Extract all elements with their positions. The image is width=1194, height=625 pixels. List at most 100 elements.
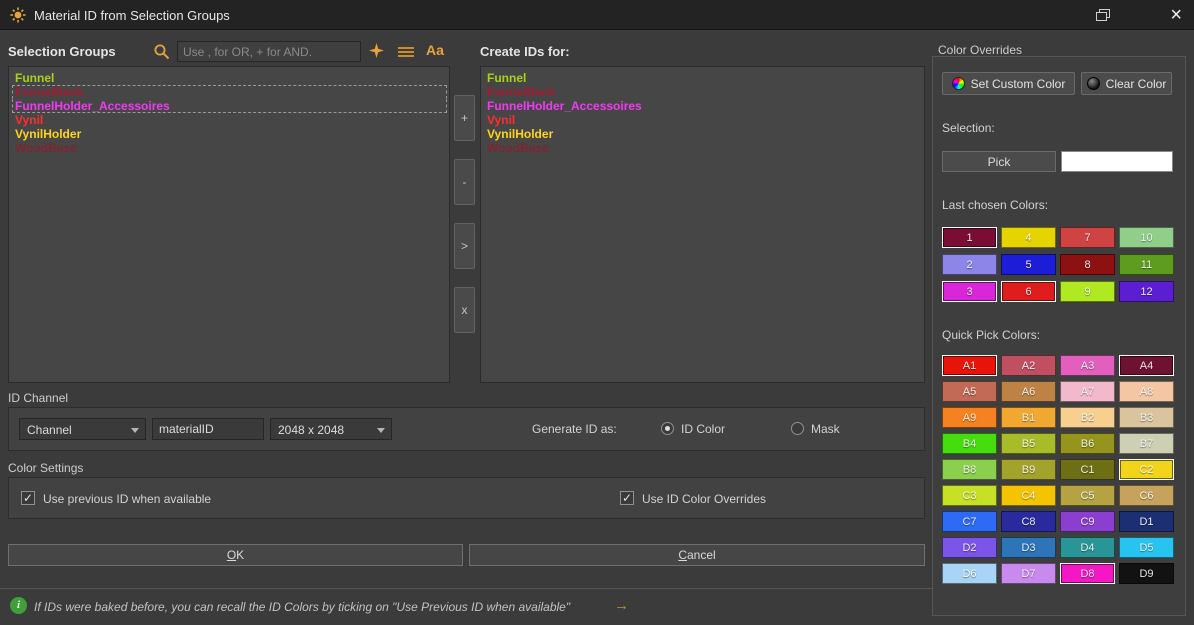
search-input[interactable] (177, 41, 361, 62)
quick-color-swatch-A5[interactable]: A5 (942, 381, 997, 402)
quick-color-swatch-B3[interactable]: B3 (1119, 407, 1174, 428)
quick-color-swatch-B2[interactable]: B2 (1060, 407, 1115, 428)
last-color-swatch-9[interactable]: 9 (1060, 281, 1115, 302)
delete-button[interactable]: x (454, 287, 475, 333)
selection-label: Selection: (942, 121, 995, 135)
create-id-item-FunnelHolder_Accessoires[interactable]: FunnelHolder_Accessoires (484, 99, 922, 113)
create-ids-list[interactable]: FunnelFunnelBackFunnelHolder_Accessoires… (480, 66, 925, 383)
selection-group-item-FunnelHolder_Accessoires[interactable]: FunnelHolder_Accessoires (12, 99, 447, 113)
selection-group-item-WoodBase[interactable]: WoodBase (12, 141, 447, 155)
material-id-input[interactable] (152, 418, 264, 440)
last-color-swatch-1[interactable]: 1 (942, 227, 997, 248)
quick-color-swatch-D5[interactable]: D5 (1119, 537, 1174, 558)
last-color-swatch-3[interactable]: 3 (942, 281, 997, 302)
chevron-down-icon (131, 428, 139, 433)
quick-color-swatch-B8[interactable]: B8 (942, 459, 997, 480)
create-id-item-Vynil[interactable]: Vynil (484, 113, 922, 127)
quick-color-swatch-D3[interactable]: D3 (1001, 537, 1056, 558)
close-icon[interactable]: × (1170, 2, 1182, 28)
quick-color-swatch-B7[interactable]: B7 (1119, 433, 1174, 454)
resolution-dropdown[interactable]: 2048 x 2048 (270, 418, 392, 440)
quick-color-swatch-D7[interactable]: D7 (1001, 563, 1056, 584)
mask-radio-label[interactable]: Mask (811, 422, 840, 436)
quick-color-swatch-D2[interactable]: D2 (942, 537, 997, 558)
quick-color-swatch-D4[interactable]: D4 (1060, 537, 1115, 558)
quick-color-swatch-C6[interactable]: C6 (1119, 485, 1174, 506)
color-overrides-panel: Set Custom Color Clear Color Selection: … (932, 56, 1186, 616)
last-color-swatch-5[interactable]: 5 (1001, 254, 1056, 275)
selection-groups-list[interactable]: FunnelFunnelBackFunnelHolder_Accessoires… (8, 66, 450, 383)
quick-color-swatch-D9[interactable]: D9 (1119, 563, 1174, 584)
wand-icon[interactable] (369, 43, 384, 58)
cancel-button[interactable]: Cancel (469, 544, 925, 566)
last-color-swatch-11[interactable]: 11 (1119, 254, 1174, 275)
ok-button[interactable]: OK (8, 544, 463, 566)
quick-color-swatch-C9[interactable]: C9 (1060, 511, 1115, 532)
last-color-swatch-4[interactable]: 4 (1001, 227, 1056, 248)
restore-window-icon[interactable] (1096, 9, 1110, 21)
last-chosen-colors-label: Last chosen Colors: (942, 198, 1048, 212)
selection-group-item-FunnelBack[interactable]: FunnelBack (12, 85, 447, 99)
id-color-radio[interactable] (661, 422, 674, 435)
quick-color-swatch-D1[interactable]: D1 (1119, 511, 1174, 532)
use-previous-id-checkbox[interactable]: ✓ (21, 491, 35, 505)
create-ids-header: Create IDs for: (480, 44, 570, 59)
use-id-color-overrides-label[interactable]: Use ID Color Overrides (642, 492, 766, 506)
quick-color-swatch-D8[interactable]: D8 (1060, 563, 1115, 584)
quick-color-swatch-C3[interactable]: C3 (942, 485, 997, 506)
last-color-swatch-8[interactable]: 8 (1060, 254, 1115, 275)
quick-color-swatch-A3[interactable]: A3 (1060, 355, 1115, 376)
quick-color-swatch-B4[interactable]: B4 (942, 433, 997, 454)
mask-radio[interactable] (791, 422, 804, 435)
create-id-item-VynilHolder[interactable]: VynilHolder (484, 127, 922, 141)
selection-group-item-Vynil[interactable]: Vynil (12, 113, 447, 127)
set-custom-color-button[interactable]: Set Custom Color (942, 72, 1075, 95)
id-channel-section-label: ID Channel (8, 391, 68, 405)
search-icon (153, 43, 171, 61)
quick-color-swatch-C4[interactable]: C4 (1001, 485, 1056, 506)
quick-color-swatch-C8[interactable]: C8 (1001, 511, 1056, 532)
channel-dropdown[interactable]: Channel (19, 418, 146, 440)
remove-button[interactable]: - (454, 159, 475, 205)
add-button[interactable]: + (454, 95, 475, 141)
clear-color-button[interactable]: Clear Color (1081, 72, 1172, 95)
quick-color-swatch-C1[interactable]: C1 (1060, 459, 1115, 480)
quick-color-swatch-A9[interactable]: A9 (942, 407, 997, 428)
info-icon: i (10, 597, 27, 614)
pick-button[interactable]: Pick (942, 151, 1056, 172)
quick-color-swatch-B9[interactable]: B9 (1001, 459, 1056, 480)
last-color-swatch-6[interactable]: 6 (1001, 281, 1056, 302)
quick-color-swatch-C7[interactable]: C7 (942, 511, 997, 532)
last-chosen-colors-grid: 14710 25811 36912 (942, 227, 1174, 302)
quick-color-swatch-B5[interactable]: B5 (1001, 433, 1056, 454)
quick-color-swatch-A2[interactable]: A2 (1001, 355, 1056, 376)
id-color-radio-label[interactable]: ID Color (681, 422, 725, 436)
quick-color-swatch-B1[interactable]: B1 (1001, 407, 1056, 428)
quick-color-swatch-A6[interactable]: A6 (1001, 381, 1056, 402)
use-previous-id-label[interactable]: Use previous ID when available (43, 492, 211, 506)
create-id-item-Funnel[interactable]: Funnel (484, 71, 922, 85)
quick-color-swatch-A7[interactable]: A7 (1060, 381, 1115, 402)
list-options-icon[interactable] (398, 47, 414, 59)
selection-color-swatch[interactable] (1061, 151, 1173, 172)
quick-color-swatch-A8[interactable]: A8 (1119, 381, 1174, 402)
create-id-item-FunnelBack[interactable]: FunnelBack (484, 85, 922, 99)
quick-color-swatch-A4[interactable]: A4 (1119, 355, 1174, 376)
selection-group-item-VynilHolder[interactable]: VynilHolder (12, 127, 447, 141)
last-color-swatch-7[interactable]: 7 (1060, 227, 1115, 248)
last-color-swatch-2[interactable]: 2 (942, 254, 997, 275)
quick-color-swatch-B6[interactable]: B6 (1060, 433, 1115, 454)
last-color-swatch-12[interactable]: 12 (1119, 281, 1174, 302)
quick-color-swatch-D6[interactable]: D6 (942, 563, 997, 584)
last-color-swatch-10[interactable]: 10 (1119, 227, 1174, 248)
chevron-down-icon (377, 428, 385, 433)
use-id-color-overrides-checkbox[interactable]: ✓ (620, 491, 634, 505)
quick-color-swatch-A1[interactable]: A1 (942, 355, 997, 376)
move-right-button[interactable]: > (454, 223, 475, 269)
id-channel-groupbox: Channel 2048 x 2048 Generate ID as: ID C… (8, 407, 925, 451)
quick-color-swatch-C5[interactable]: C5 (1060, 485, 1115, 506)
create-id-item-WoodBase[interactable]: WoodBase (484, 141, 922, 155)
quick-color-swatch-C2[interactable]: C2 (1119, 459, 1174, 480)
case-sensitive-toggle[interactable]: Aa (426, 42, 444, 58)
selection-group-item-Funnel[interactable]: Funnel (12, 71, 447, 85)
